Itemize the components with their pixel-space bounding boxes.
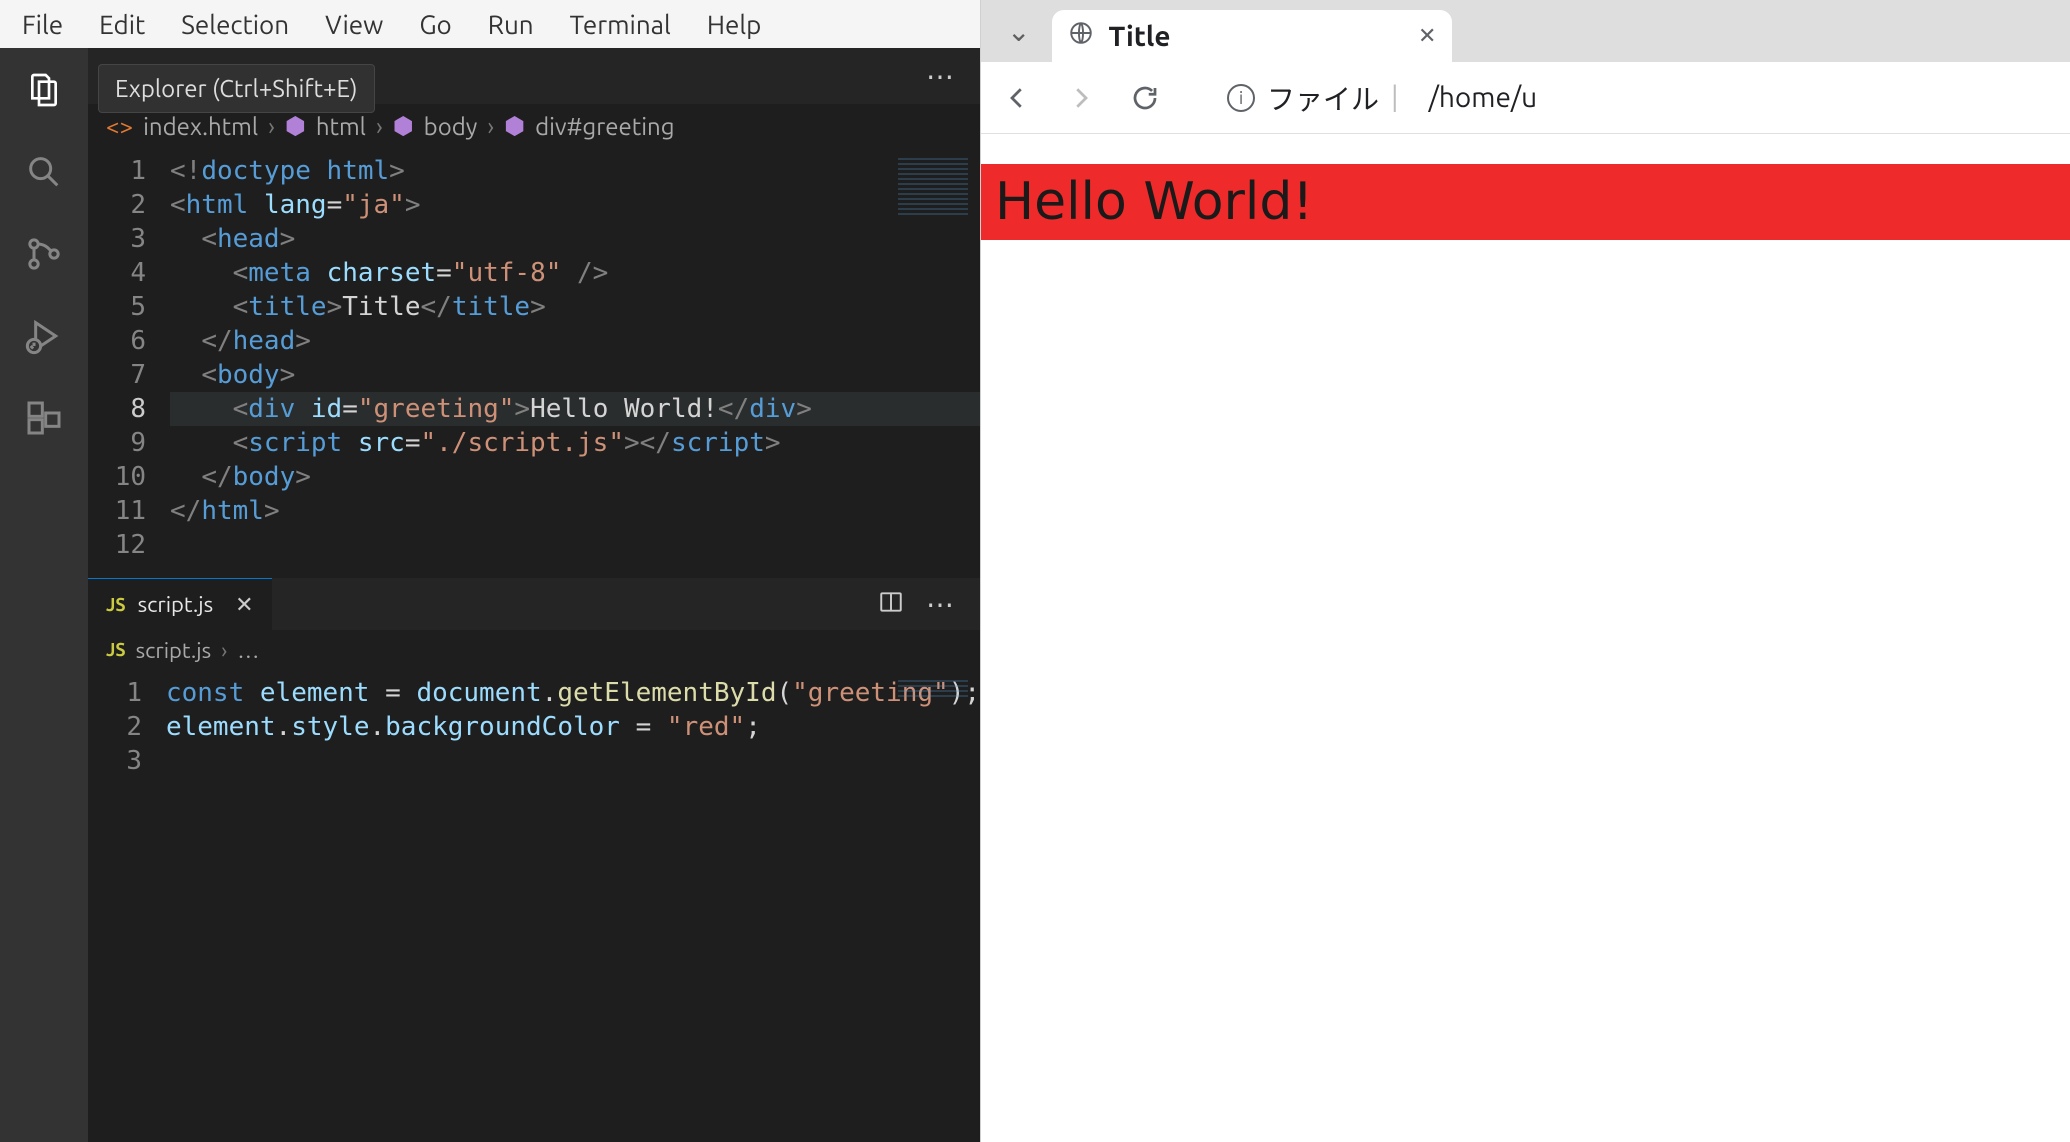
breadcrumb-segment: body bbox=[424, 113, 478, 140]
minimap[interactable] bbox=[898, 680, 968, 700]
menu-go[interactable]: Go bbox=[401, 2, 469, 47]
explorer-icon[interactable] bbox=[22, 68, 66, 112]
browser-tabstrip: ⌄ Title ✕ bbox=[981, 0, 2070, 62]
vscode-window: FileEditSelectionViewGoRunTerminalHelp E… bbox=[0, 0, 980, 1142]
symbol-icon: ⬢ bbox=[504, 112, 525, 140]
breadcrumb-file: script.js bbox=[136, 638, 212, 663]
menu-help[interactable]: Help bbox=[689, 2, 780, 47]
menu-view[interactable]: View bbox=[307, 2, 401, 47]
browser-tab[interactable]: Title ✕ bbox=[1052, 10, 1452, 62]
tab-script-js[interactable]: JS script.js ✕ bbox=[88, 578, 272, 630]
activity-bar bbox=[0, 48, 88, 1142]
editor-html[interactable]: 123456789101112 <!doctype html><html lan… bbox=[88, 148, 980, 578]
symbol-icon: ⬢ bbox=[393, 112, 414, 140]
breadcrumb-segment: div#greeting bbox=[535, 113, 674, 140]
browser-tab-title: Title bbox=[1108, 21, 1170, 52]
hello-world-div: Hello World! bbox=[981, 164, 2070, 240]
breadcrumb-segment: html bbox=[316, 113, 366, 140]
forward-button[interactable] bbox=[1059, 76, 1103, 120]
browser-toolbar: i ファイル | /home/u bbox=[981, 62, 2070, 134]
menu-file[interactable]: File bbox=[4, 2, 81, 47]
back-button[interactable] bbox=[995, 76, 1039, 120]
js-file-icon: JS bbox=[106, 595, 126, 615]
lower-tab-row: JS script.js ✕ ⋯ bbox=[88, 578, 980, 630]
more-actions-icon[interactable]: ⋯ bbox=[926, 60, 956, 93]
explorer-tooltip: Explorer (Ctrl+Shift+E) bbox=[98, 64, 375, 113]
chevron-right-icon: › bbox=[487, 113, 494, 140]
breadcrumb-file: index.html bbox=[143, 113, 258, 140]
js-file-icon: JS bbox=[106, 640, 126, 660]
chevron-right-icon: › bbox=[376, 113, 383, 140]
minimap[interactable] bbox=[898, 158, 968, 218]
reload-button[interactable] bbox=[1123, 76, 1167, 120]
chevron-right-icon: › bbox=[268, 113, 275, 140]
address-bar[interactable]: i ファイル | /home/u bbox=[1227, 78, 1537, 118]
browser-window: ⌄ Title ✕ i ファイル | /home/u Hello World! bbox=[980, 0, 2070, 1142]
close-icon[interactable]: ✕ bbox=[235, 592, 253, 618]
split-editor-icon[interactable] bbox=[878, 589, 904, 619]
editor-group: ⋯ <> index.html › ⬢ html › ⬢ body › ⬢ di… bbox=[88, 48, 980, 1142]
menu-selection[interactable]: Selection bbox=[163, 2, 307, 47]
chevron-right-icon: › bbox=[221, 638, 227, 663]
browser-viewport: Hello World! bbox=[981, 134, 2070, 1142]
tab-label: script.js bbox=[138, 592, 214, 617]
url-text: /home/u bbox=[1429, 82, 1538, 113]
more-actions-icon[interactable]: ⋯ bbox=[926, 588, 956, 621]
menu-terminal[interactable]: Terminal bbox=[552, 2, 689, 47]
globe-icon bbox=[1068, 20, 1094, 52]
extensions-icon[interactable] bbox=[22, 396, 66, 440]
menubar: FileEditSelectionViewGoRunTerminalHelp bbox=[0, 0, 980, 48]
site-info-icon[interactable]: i bbox=[1227, 84, 1255, 112]
search-icon[interactable] bbox=[22, 150, 66, 194]
addr-scheme-label: ファイル bbox=[1267, 78, 1379, 118]
menu-edit[interactable]: Edit bbox=[81, 2, 163, 47]
tab-search-dropdown-icon[interactable]: ⌄ bbox=[993, 15, 1044, 48]
menu-run[interactable]: Run bbox=[470, 2, 552, 47]
debug-icon[interactable] bbox=[22, 314, 66, 358]
close-icon[interactable]: ✕ bbox=[1418, 23, 1436, 49]
breadcrumbs-lower[interactable]: JS script.js › … bbox=[88, 630, 980, 670]
html-file-icon: <> bbox=[106, 113, 133, 140]
breadcrumb-tail: … bbox=[237, 638, 259, 663]
editor-js[interactable]: 123 const element = document.getElementB… bbox=[88, 670, 980, 1142]
source-control-icon[interactable] bbox=[22, 232, 66, 276]
symbol-icon: ⬢ bbox=[285, 112, 306, 140]
